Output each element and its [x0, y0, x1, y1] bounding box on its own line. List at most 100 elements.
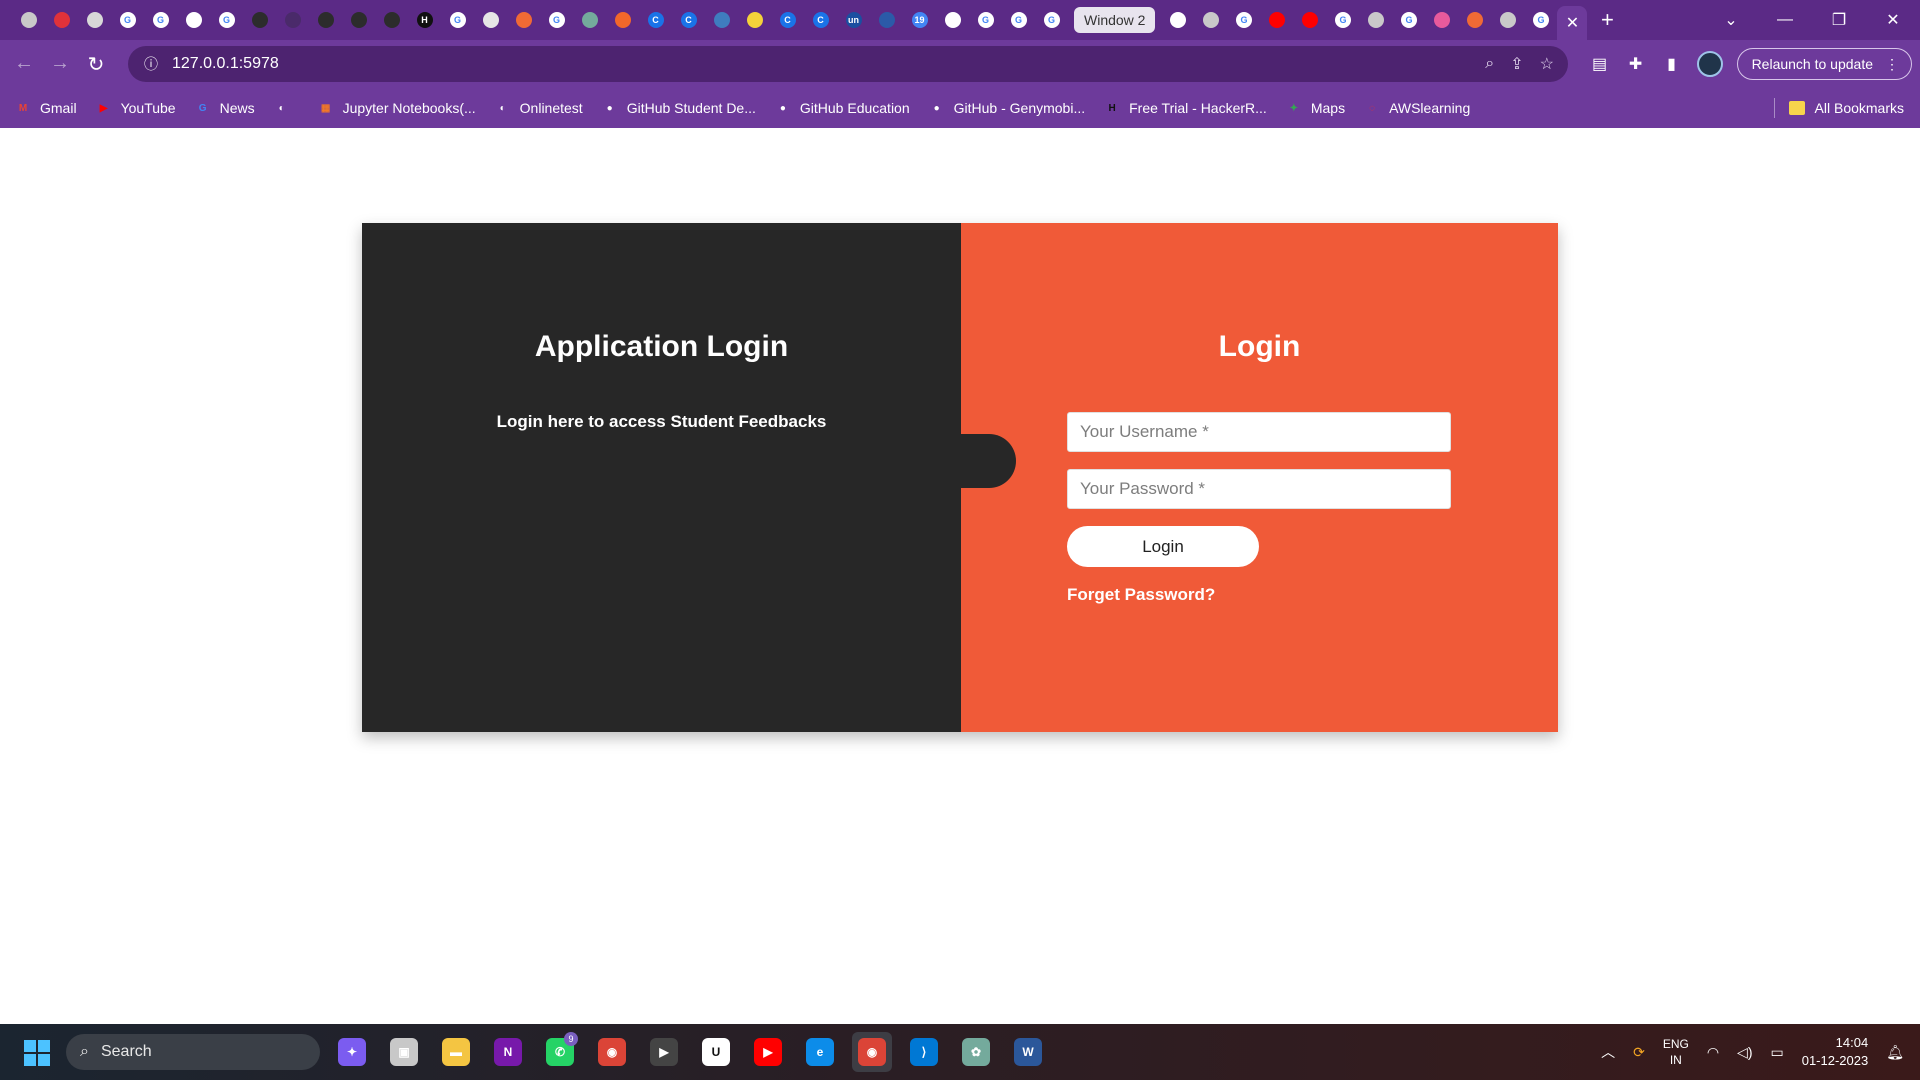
tab[interactable]: G [1227, 0, 1260, 40]
address-bar[interactable]: ⓘ 127.0.0.1:5978 ⌕ ⇪ ☆ [128, 46, 1568, 82]
tab[interactable] [870, 0, 903, 40]
tab[interactable]: C [639, 0, 672, 40]
bookmark-item[interactable]: ▶ YouTube [95, 99, 176, 117]
menu-kebab-icon[interactable]: ⋮ [1885, 56, 1899, 73]
tab[interactable]: 19 [903, 0, 936, 40]
tab[interactable] [1491, 0, 1524, 40]
bookmark-item[interactable]: ◐ Onlinetest [494, 99, 583, 117]
tab[interactable]: un [837, 0, 870, 40]
battery-icon[interactable]: ▭ [1770, 1044, 1783, 1061]
tab[interactable] [342, 0, 375, 40]
forget-password-link[interactable]: Forget Password? [1067, 585, 1215, 605]
tab[interactable]: G [1326, 0, 1359, 40]
close-window-button[interactable]: ✕ [1866, 10, 1920, 30]
tab[interactable] [474, 0, 507, 40]
tab[interactable] [1458, 0, 1491, 40]
tab[interactable]: G [1035, 0, 1068, 40]
taskbar-app-button[interactable]: ▶ [644, 1032, 684, 1072]
bookmark-item[interactable]: ● GitHub - Genymobi... [928, 99, 1086, 117]
taskbar-app-button[interactable]: ◉ [592, 1032, 632, 1072]
taskbar-app-button[interactable]: N [488, 1032, 528, 1072]
tab[interactable] [507, 0, 540, 40]
tab[interactable]: G [441, 0, 474, 40]
tab[interactable] [309, 0, 342, 40]
login-button[interactable]: Login [1067, 526, 1259, 567]
start-button[interactable] [24, 1040, 50, 1066]
tab[interactable]: G [144, 0, 177, 40]
tab[interactable] [1161, 0, 1194, 40]
tab[interactable]: G [111, 0, 144, 40]
taskbar-app-button[interactable]: ⟩ [904, 1032, 944, 1072]
tab[interactable]: C [804, 0, 837, 40]
tab[interactable] [78, 0, 111, 40]
active-tab-close-button[interactable]: ✕ [1557, 6, 1588, 40]
tab[interactable] [45, 0, 78, 40]
tab[interactable]: G [1392, 0, 1425, 40]
tab[interactable] [1194, 0, 1227, 40]
clock[interactable]: 14:04 01-12-2023 [1802, 1034, 1869, 1070]
tab[interactable]: G [1524, 0, 1557, 40]
site-info-icon[interactable]: ⓘ [144, 54, 172, 74]
window-name-chip[interactable]: Window 2 [1074, 7, 1156, 33]
taskbar-app-button[interactable]: ✦ [332, 1032, 372, 1072]
bookmark-item[interactable]: ● GitHub Student De... [601, 99, 756, 117]
show-hidden-icons-chevron-icon[interactable]: ︿ [1601, 1042, 1615, 1062]
tab[interactable] [936, 0, 969, 40]
tab[interactable] [375, 0, 408, 40]
bookmark-item[interactable]: ● GitHub Education [774, 99, 910, 117]
tab[interactable]: G [540, 0, 573, 40]
new-tab-button[interactable]: + [1587, 7, 1627, 33]
forward-button[interactable]: → [42, 52, 78, 77]
side-panel-icon[interactable]: ▮ [1661, 54, 1683, 74]
tab[interactable] [276, 0, 309, 40]
zoom-icon[interactable]: ⌕ [1485, 55, 1494, 73]
tab-groups-icon[interactable]: ▤ [1589, 54, 1611, 74]
tab-search-chevron-icon[interactable]: ⌄ [1704, 10, 1758, 30]
bookmark-item[interactable]: H Free Trial - HackerR... [1103, 99, 1267, 117]
volume-icon[interactable]: ◁) [1737, 1044, 1752, 1061]
taskbar-app-button[interactable]: ▶ [748, 1032, 788, 1072]
tab[interactable] [1425, 0, 1458, 40]
reload-button[interactable]: ↻ [78, 52, 114, 77]
relaunch-to-update-button[interactable]: Relaunch to update ⋮ [1736, 48, 1912, 80]
back-button[interactable]: ← [6, 52, 42, 77]
tab[interactable]: C [672, 0, 705, 40]
taskbar-app-button[interactable]: ✆ 9 [540, 1032, 580, 1072]
tab[interactable] [1293, 0, 1326, 40]
password-input[interactable] [1067, 469, 1451, 509]
taskbar-search[interactable]: ⌕ Search [66, 1034, 320, 1070]
taskbar-app-button[interactable]: U [696, 1032, 736, 1072]
tab[interactable] [243, 0, 276, 40]
tab[interactable]: H [408, 0, 441, 40]
taskbar-app-button[interactable]: ▣ [384, 1032, 424, 1072]
restore-button[interactable]: ❐ [1812, 10, 1866, 30]
notification-bell-icon[interactable]: 🔔︎ [1886, 1044, 1904, 1061]
taskbar-app-button[interactable]: W [1008, 1032, 1048, 1072]
username-input[interactable] [1067, 412, 1451, 452]
bookmark-item[interactable]: ✦ Maps [1285, 99, 1345, 117]
tab[interactable]: G [210, 0, 243, 40]
tab[interactable] [1260, 0, 1293, 40]
bookmark-item[interactable]: G News [194, 99, 255, 117]
extensions-icon[interactable]: ✚ [1625, 54, 1647, 74]
sync-icon[interactable]: ⟳ [1633, 1044, 1645, 1061]
tab[interactable] [705, 0, 738, 40]
language-indicator[interactable]: ENG IN [1663, 1036, 1689, 1068]
bookmark-item[interactable]: M Gmail [14, 99, 77, 117]
taskbar-app-button[interactable]: ✿ [956, 1032, 996, 1072]
bookmark-item[interactable]: ▦ Jupyter Notebooks(... [317, 99, 476, 117]
share-icon[interactable]: ⇪ [1510, 54, 1523, 74]
tab[interactable]: C [771, 0, 804, 40]
url-text[interactable]: 127.0.0.1:5978 [172, 55, 279, 73]
taskbar-app-button[interactable]: e [800, 1032, 840, 1072]
profile-avatar[interactable] [1696, 51, 1723, 77]
bookmark-item[interactable]: ◌ AWSlearning [1363, 99, 1470, 117]
tab[interactable] [12, 0, 45, 40]
tab[interactable]: G [1002, 0, 1035, 40]
tab[interactable] [1359, 0, 1392, 40]
all-bookmarks-button[interactable]: All Bookmarks [1788, 88, 1904, 128]
tab[interactable] [177, 0, 210, 40]
bookmark-star-icon[interactable]: ☆ [1540, 54, 1554, 74]
tab[interactable]: G [969, 0, 1002, 40]
tab[interactable] [738, 0, 771, 40]
